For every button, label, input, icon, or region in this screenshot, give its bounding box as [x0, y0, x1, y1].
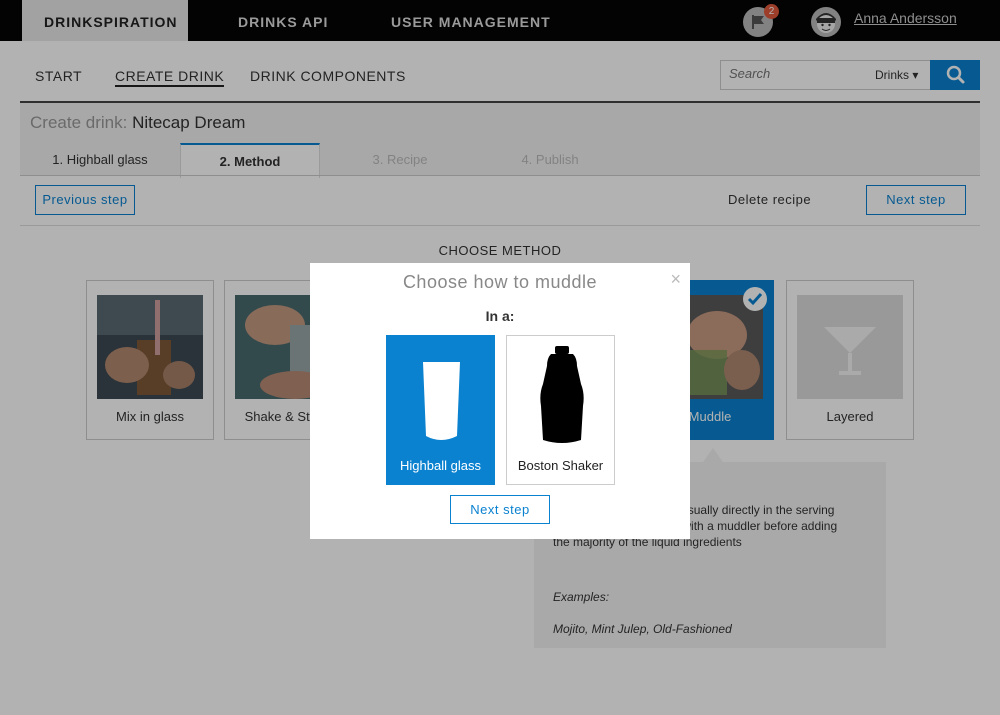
modal-next-step-button[interactable]: Next step [450, 495, 550, 524]
option-label: Highball glass [400, 458, 481, 473]
option-boston-shaker[interactable]: Boston Shaker [506, 335, 615, 485]
option-highball-glass[interactable]: Highball glass [386, 335, 495, 485]
modal-subtitle: In a: [485, 308, 515, 324]
modal-title: Choose how to muddle [402, 272, 598, 292]
muddle-modal: Choose how to muddle × In a: Highball gl… [310, 263, 690, 539]
boston-shaker-icon [540, 346, 584, 443]
option-label: Boston Shaker [517, 458, 604, 473]
close-icon[interactable]: × [670, 269, 681, 290]
highball-glass-icon [423, 362, 460, 440]
